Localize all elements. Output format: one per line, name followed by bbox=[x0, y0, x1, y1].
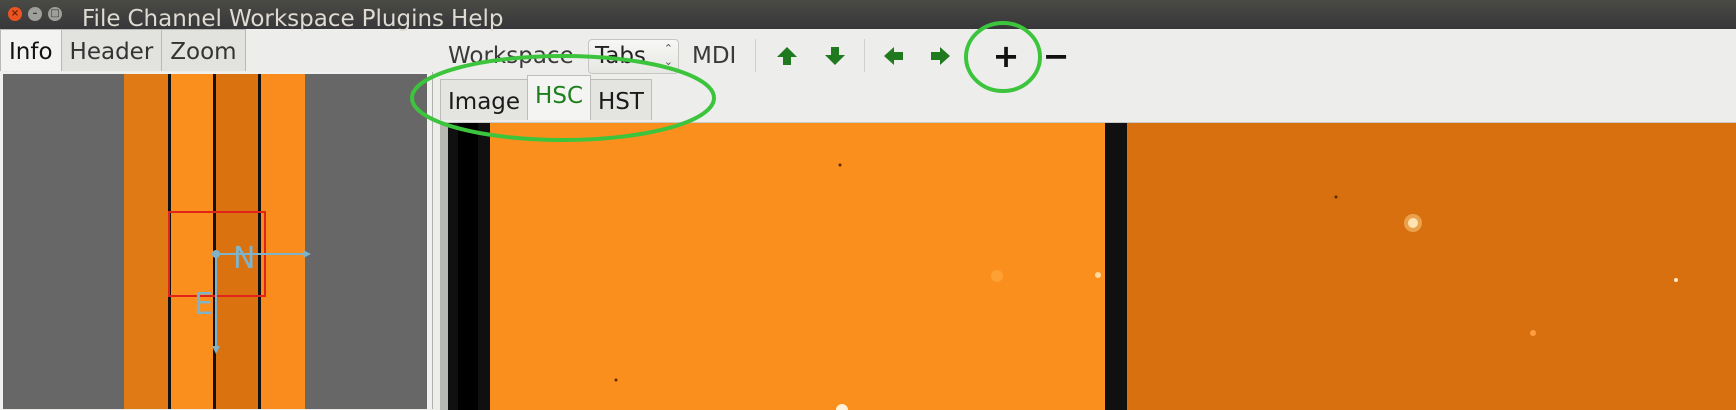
workspace-type-select[interactable]: Tabs ⌃ ⌄ bbox=[588, 39, 679, 74]
channel-tabs: Image HSC HST bbox=[440, 75, 652, 122]
left-panel-tabs: Info Header Zoom bbox=[0, 29, 246, 72]
menu-bar: File Channel Workspace Plugins Help bbox=[82, 3, 510, 32]
tab-info[interactable]: Info bbox=[0, 29, 62, 71]
left-arrow-button[interactable] bbox=[878, 40, 910, 72]
channel-tab-hsc[interactable]: HSC bbox=[527, 75, 592, 120]
minimize-window-button[interactable]: – bbox=[28, 7, 42, 21]
down-arrow-icon bbox=[825, 47, 845, 65]
right-arrow-button[interactable] bbox=[924, 40, 956, 72]
toolbar-separator bbox=[864, 39, 865, 72]
left-arrow-icon bbox=[884, 47, 903, 65]
mdi-label: MDI bbox=[692, 43, 737, 69]
up-arrow-icon bbox=[777, 47, 797, 65]
menu-file[interactable]: File bbox=[82, 3, 128, 32]
select-arrows-icon: ⌃ ⌄ bbox=[663, 42, 673, 68]
compass-north-label: N bbox=[233, 241, 255, 276]
left-panel: N E bbox=[0, 72, 433, 409]
toolbar-separator bbox=[755, 39, 756, 72]
add-channel-button[interactable]: + bbox=[990, 40, 1022, 72]
menu-plugins[interactable]: Plugins bbox=[362, 3, 451, 32]
title-bar: × – □ File Channel Workspace Plugins Hel… bbox=[0, 0, 1736, 32]
menu-help[interactable]: Help bbox=[451, 3, 510, 32]
menu-workspace[interactable]: Workspace bbox=[229, 3, 362, 32]
pan-view[interactable]: N E bbox=[3, 74, 427, 409]
remove-channel-button[interactable]: − bbox=[1040, 40, 1072, 72]
menu-channel[interactable]: Channel bbox=[128, 3, 229, 32]
compass-east-label: E bbox=[194, 287, 213, 322]
tab-header[interactable]: Header bbox=[60, 29, 163, 71]
down-arrow-button[interactable] bbox=[819, 40, 851, 72]
channel-tab-hst[interactable]: HST bbox=[590, 79, 652, 120]
workspace-type-value: Tabs bbox=[595, 43, 646, 69]
maximize-window-button[interactable]: □ bbox=[48, 7, 62, 21]
right-arrow-icon bbox=[931, 47, 950, 65]
workspace-label: Workspace bbox=[448, 43, 574, 69]
close-window-button[interactable]: × bbox=[8, 7, 22, 21]
channel-tab-image[interactable]: Image bbox=[440, 79, 529, 120]
pan-image: N E bbox=[3, 74, 427, 409]
image-viewer[interactable] bbox=[440, 122, 1736, 410]
tab-zoom[interactable]: Zoom bbox=[161, 29, 246, 71]
astronomical-image bbox=[440, 123, 1736, 410]
up-arrow-button[interactable] bbox=[771, 40, 803, 72]
